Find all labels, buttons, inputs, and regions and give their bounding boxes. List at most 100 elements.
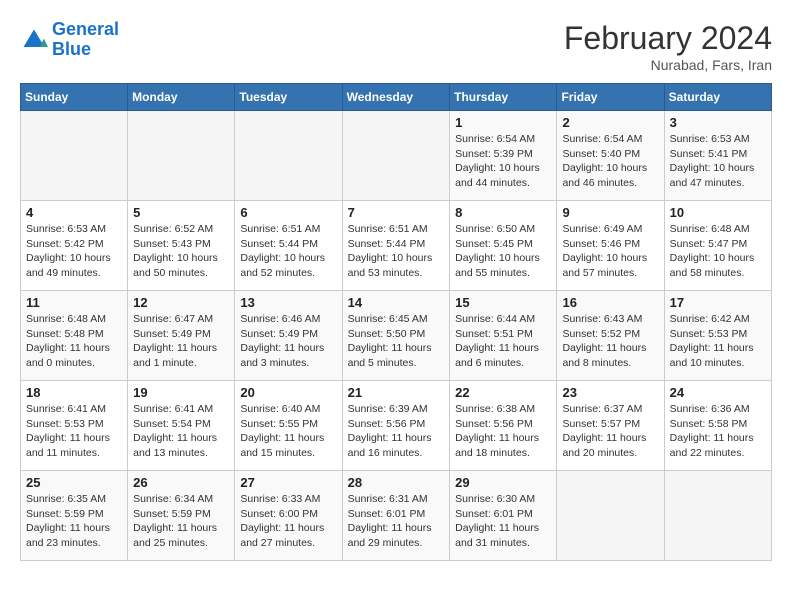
day-info: Sunrise: 6:52 AMSunset: 5:43 PMDaylight:… — [133, 222, 229, 281]
calendar-cell: 22Sunrise: 6:38 AMSunset: 5:56 PMDayligh… — [450, 381, 557, 471]
calendar-cell — [128, 111, 235, 201]
calendar-cell: 23Sunrise: 6:37 AMSunset: 5:57 PMDayligh… — [557, 381, 664, 471]
day-info: Sunrise: 6:49 AMSunset: 5:46 PMDaylight:… — [562, 222, 658, 281]
calendar-cell: 20 Sunrise: 6:40 AMSunset: 5:55 PMDayligh… — [235, 381, 342, 471]
calendar-cell: 19 Sunrise: 6:41 AMSunset: 5:54 PMDayligh… — [128, 381, 235, 471]
day-info: Sunrise: 6:33 AMSunset: 6:00 PMDaylight:… — [240, 492, 336, 551]
day-number: 12 — [133, 295, 229, 310]
calendar-cell: 13Sunrise: 6:46 AMSunset: 5:49 PMDayligh… — [235, 291, 342, 381]
calendar-table: SundayMondayTuesdayWednesdayThursdayFrid… — [20, 83, 772, 561]
day-number: 3 — [670, 115, 766, 130]
calendar-cell: 25 Sunrise: 6:35 AMSunset: 5:59 PMDayligh… — [21, 471, 128, 561]
location: Nurabad, Fars, Iran — [564, 57, 772, 73]
day-info: Sunrise: 6:46 AMSunset: 5:49 PMDaylight:… — [240, 312, 336, 371]
day-number: 16 — [562, 295, 658, 310]
day-info: Sunrise: 6:40 AMSunset: 5:55 PMDaylight:… — [240, 402, 336, 461]
day-info: Sunrise: 6:48 AMSunset: 5:48 PMDaylight:… — [26, 312, 122, 371]
title-block: February 2024 Nurabad, Fars, Iran — [564, 20, 772, 73]
calendar-cell: 24Sunrise: 6:36 AMSunset: 5:58 PMDayligh… — [664, 381, 771, 471]
day-info: Sunrise: 6:41 AMSunset: 5:53 PMDaylight:… — [26, 402, 122, 461]
page-header: General Blue February 2024 Nurabad, Fars… — [20, 20, 772, 73]
calendar-cell: 28Sunrise: 6:31 AMSunset: 6:01 PMDayligh… — [342, 471, 450, 561]
weekday-header-monday: Monday — [128, 84, 235, 111]
calendar-week-row: 25 Sunrise: 6:35 AMSunset: 5:59 PMDayligh… — [21, 471, 772, 561]
weekday-header-tuesday: Tuesday — [235, 84, 342, 111]
day-info: Sunrise: 6:36 AMSunset: 5:58 PMDaylight:… — [670, 402, 766, 461]
day-info: Sunrise: 6:34 AMSunset: 5:59 PMDaylight:… — [133, 492, 229, 551]
logo-text: General Blue — [52, 20, 119, 60]
calendar-cell: 26 Sunrise: 6:34 AMSunset: 5:59 PMDayligh… — [128, 471, 235, 561]
day-info: Sunrise: 6:48 AMSunset: 5:47 PMDaylight:… — [670, 222, 766, 281]
calendar-cell — [235, 111, 342, 201]
day-info: Sunrise: 6:50 AMSunset: 5:45 PMDaylight:… — [455, 222, 551, 281]
day-number: 6 — [240, 205, 336, 220]
weekday-header-thursday: Thursday — [450, 84, 557, 111]
calendar-cell — [664, 471, 771, 561]
day-number: 7 — [348, 205, 445, 220]
weekday-header-row: SundayMondayTuesdayWednesdayThursdayFrid… — [21, 84, 772, 111]
day-info: Sunrise: 6:51 AMSunset: 5:44 PMDaylight:… — [240, 222, 336, 281]
day-number: 19 — [133, 385, 229, 400]
calendar-cell: 14Sunrise: 6:45 AMSunset: 5:50 PMDayligh… — [342, 291, 450, 381]
day-number: 25 — [26, 475, 122, 490]
day-number: 9 — [562, 205, 658, 220]
day-info: Sunrise: 6:30 AMSunset: 6:01 PMDaylight:… — [455, 492, 551, 551]
day-info: Sunrise: 6:41 AMSunset: 5:54 PMDaylight:… — [133, 402, 229, 461]
day-info: Sunrise: 6:44 AMSunset: 5:51 PMDaylight:… — [455, 312, 551, 371]
calendar-cell: 27Sunrise: 6:33 AMSunset: 6:00 PMDayligh… — [235, 471, 342, 561]
day-number: 18 — [26, 385, 122, 400]
day-number: 29 — [455, 475, 551, 490]
calendar-cell: 18 Sunrise: 6:41 AMSunset: 5:53 PMDayligh… — [21, 381, 128, 471]
weekday-header-sunday: Sunday — [21, 84, 128, 111]
calendar-week-row: 18 Sunrise: 6:41 AMSunset: 5:53 PMDayligh… — [21, 381, 772, 471]
day-info: Sunrise: 6:45 AMSunset: 5:50 PMDaylight:… — [348, 312, 445, 371]
weekday-header-wednesday: Wednesday — [342, 84, 450, 111]
calendar-cell: 9 Sunrise: 6:49 AMSunset: 5:46 PMDaylight… — [557, 201, 664, 291]
day-number: 17 — [670, 295, 766, 310]
day-number: 20 — [240, 385, 336, 400]
day-info: Sunrise: 6:53 AMSunset: 5:41 PMDaylight:… — [670, 132, 766, 191]
weekday-header-saturday: Saturday — [664, 84, 771, 111]
calendar-cell: 7 Sunrise: 6:51 AMSunset: 5:44 PMDaylight… — [342, 201, 450, 291]
calendar-cell: 5 Sunrise: 6:52 AMSunset: 5:43 PMDaylight… — [128, 201, 235, 291]
calendar-cell: 15Sunrise: 6:44 AMSunset: 5:51 PMDayligh… — [450, 291, 557, 381]
day-number: 26 — [133, 475, 229, 490]
calendar-cell — [557, 471, 664, 561]
day-number: 10 — [670, 205, 766, 220]
calendar-cell: 10 Sunrise: 6:48 AMSunset: 5:47 PMDayligh… — [664, 201, 771, 291]
day-number: 11 — [26, 295, 122, 310]
calendar-cell: 2Sunrise: 6:54 AMSunset: 5:40 PMDaylight… — [557, 111, 664, 201]
calendar-cell: 16 Sunrise: 6:43 AMSunset: 5:52 PMDayligh… — [557, 291, 664, 381]
day-info: Sunrise: 6:51 AMSunset: 5:44 PMDaylight:… — [348, 222, 445, 281]
day-info: Sunrise: 6:47 AMSunset: 5:49 PMDaylight:… — [133, 312, 229, 371]
day-number: 1 — [455, 115, 551, 130]
calendar-cell: 29 Sunrise: 6:30 AMSunset: 6:01 PMDayligh… — [450, 471, 557, 561]
day-info: Sunrise: 6:54 AMSunset: 5:40 PMDaylight:… — [562, 132, 658, 191]
day-info: Sunrise: 6:53 AMSunset: 5:42 PMDaylight:… — [26, 222, 122, 281]
month-title: February 2024 — [564, 20, 772, 57]
calendar-cell — [342, 111, 450, 201]
calendar-cell: 4 Sunrise: 6:53 AMSunset: 5:42 PMDaylight… — [21, 201, 128, 291]
day-number: 22 — [455, 385, 551, 400]
day-info: Sunrise: 6:42 AMSunset: 5:53 PMDaylight:… — [670, 312, 766, 371]
day-number: 8 — [455, 205, 551, 220]
calendar-cell: 1 Sunrise: 6:54 AMSunset: 5:39 PMDaylight… — [450, 111, 557, 201]
day-number: 23 — [562, 385, 658, 400]
day-number: 28 — [348, 475, 445, 490]
day-info: Sunrise: 6:43 AMSunset: 5:52 PMDaylight:… — [562, 312, 658, 371]
calendar-cell: 6 Sunrise: 6:51 AMSunset: 5:44 PMDaylight… — [235, 201, 342, 291]
calendar-cell: 21Sunrise: 6:39 AMSunset: 5:56 PMDayligh… — [342, 381, 450, 471]
calendar-week-row: 11 Sunrise: 6:48 AMSunset: 5:48 PMDayligh… — [21, 291, 772, 381]
logo-icon — [20, 26, 48, 54]
calendar-cell — [21, 111, 128, 201]
calendar-cell: 8 Sunrise: 6:50 AMSunset: 5:45 PMDaylight… — [450, 201, 557, 291]
calendar-cell: 12 Sunrise: 6:47 AMSunset: 5:49 PMDayligh… — [128, 291, 235, 381]
day-number: 4 — [26, 205, 122, 220]
logo: General Blue — [20, 20, 119, 60]
day-info: Sunrise: 6:35 AMSunset: 5:59 PMDaylight:… — [26, 492, 122, 551]
day-info: Sunrise: 6:54 AMSunset: 5:39 PMDaylight:… — [455, 132, 551, 191]
weekday-header-friday: Friday — [557, 84, 664, 111]
calendar-cell: 3 Sunrise: 6:53 AMSunset: 5:41 PMDaylight… — [664, 111, 771, 201]
day-number: 21 — [348, 385, 445, 400]
day-number: 5 — [133, 205, 229, 220]
